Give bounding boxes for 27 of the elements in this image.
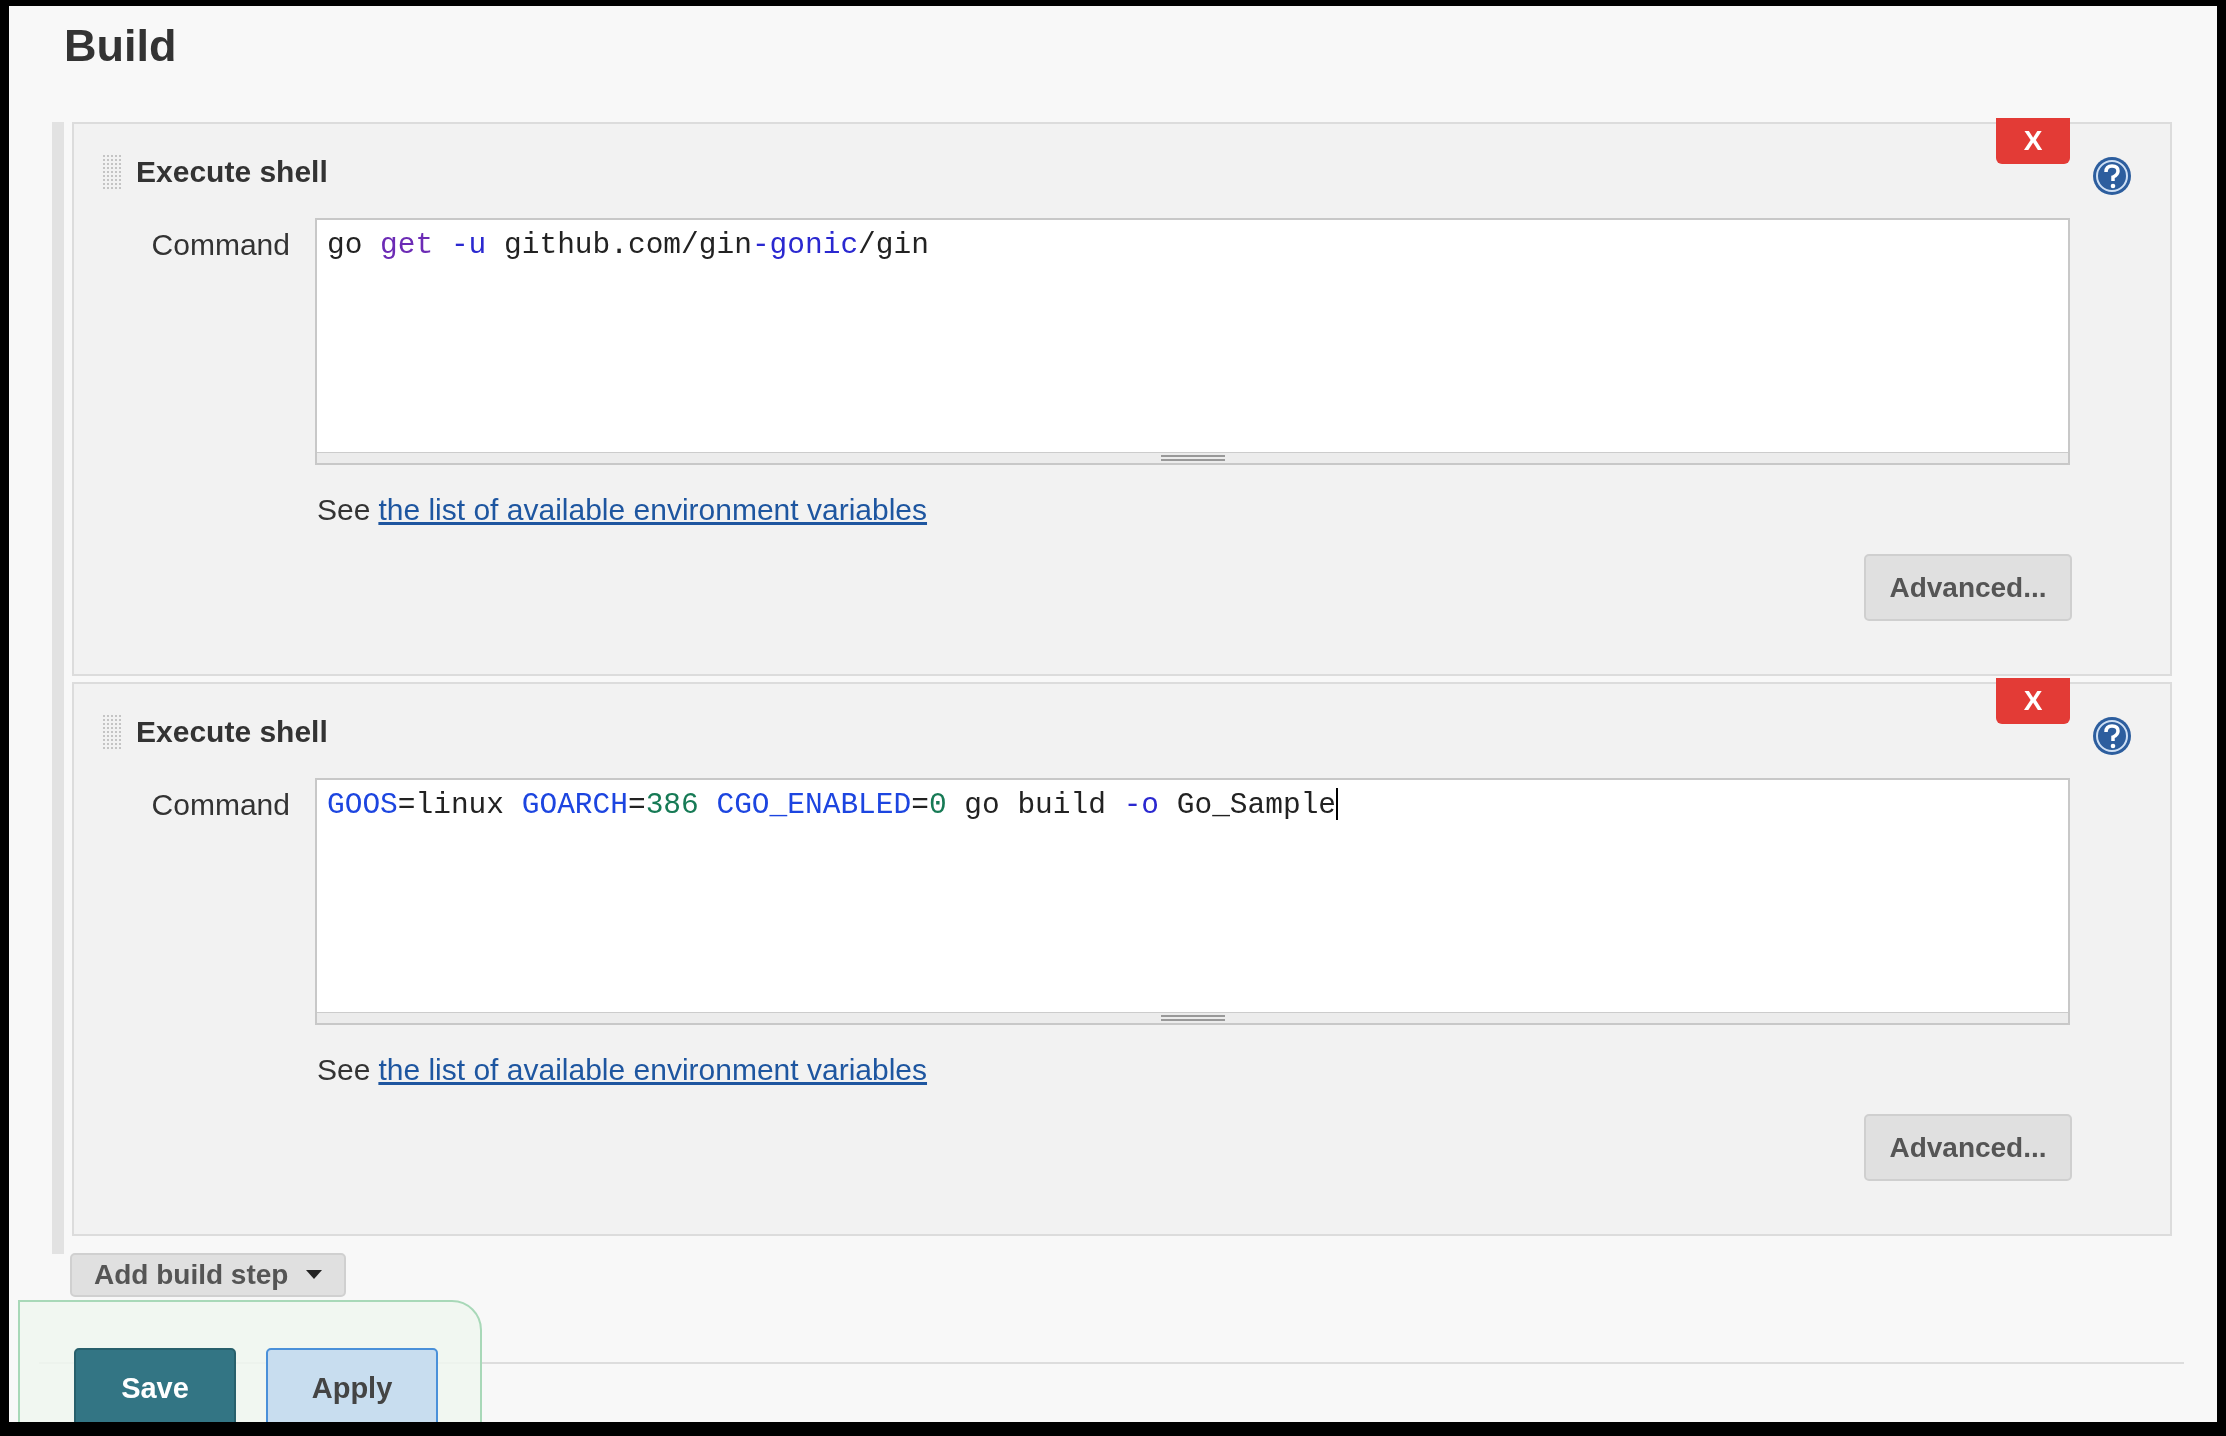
advanced-button[interactable]: Advanced... (1864, 554, 2072, 621)
apply-button[interactable]: Apply (266, 1348, 438, 1422)
hint-text: See (317, 492, 371, 528)
help-icon[interactable] (2092, 716, 2132, 756)
drag-handle-icon[interactable] (102, 154, 122, 190)
delete-button[interactable]: X (1996, 118, 2070, 164)
save-button[interactable]: Save (74, 1348, 236, 1422)
resize-grip-icon[interactable] (1160, 455, 1225, 461)
advanced-button[interactable]: Advanced... (1864, 1114, 2072, 1181)
step-title: Execute shell (136, 155, 328, 189)
command-text: GOOS=linux GOARCH=386 CGO_ENABLED=0 go build -o Go_Sample (327, 788, 1337, 822)
env-variables-link[interactable]: the list of available environment variables (378, 1050, 928, 1090)
caret-icon (306, 1270, 323, 1280)
command-field[interactable]: go get -u github.com/gin-gonic/gin (315, 218, 2070, 465)
help-icon[interactable] (2092, 156, 2132, 196)
delete-button[interactable]: X (1996, 678, 2070, 724)
field-label: Command (150, 227, 291, 262)
add-build-step-button[interactable]: Add build step (70, 1253, 347, 1297)
drag-handle-icon[interactable] (102, 714, 122, 750)
resize-grip-icon[interactable] (1160, 1015, 1225, 1021)
hint-text: See (317, 1052, 371, 1088)
command-field[interactable]: GOOS=linux GOARCH=386 CGO_ENABLED=0 go build -o Go_Sample (315, 778, 2070, 1025)
command-text: go get -u github.com/gin-gonic/gin (327, 228, 929, 262)
section-heading: Build (64, 19, 178, 73)
field-label: Command (150, 787, 291, 822)
step-title: Execute shell (136, 715, 328, 749)
env-variables-link[interactable]: the list of available environment variables (378, 490, 928, 530)
